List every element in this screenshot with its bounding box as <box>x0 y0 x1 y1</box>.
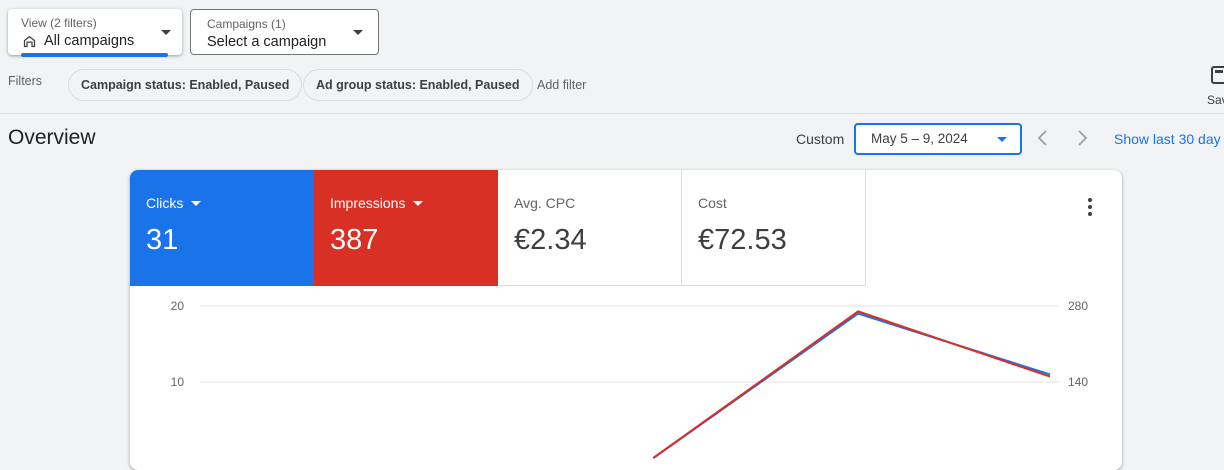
filters-divider <box>0 113 1224 114</box>
next-period-icon[interactable] <box>1072 128 1092 148</box>
page-title: Overview <box>8 126 96 149</box>
performance-chart: 20 10 280 140 <box>171 299 1088 459</box>
previous-period-icon[interactable] <box>1033 128 1053 148</box>
view-selector-value: All campaigns <box>44 33 135 49</box>
chevron-down-icon <box>997 137 1007 142</box>
y-left-tick: 10 <box>171 375 185 389</box>
filters-label: Filters <box>8 74 43 88</box>
date-range-type-label: Custom <box>796 131 845 147</box>
chevron-down-icon <box>161 30 171 35</box>
add-filter-button[interactable]: Add filter <box>537 78 586 92</box>
series-line-clicks <box>652 312 1051 459</box>
filter-chip-campaign-status[interactable]: Campaign status: Enabled, Paused <box>68 69 303 101</box>
save-icon[interactable] <box>1211 66 1224 84</box>
campaign-selector-value: Select a campaign <box>207 34 327 50</box>
view-selector-label: View (2 filters) <box>21 16 97 30</box>
y-right-tick: 140 <box>1068 375 1088 389</box>
save-label[interactable]: Sav <box>1207 93 1224 107</box>
performance-card: Clicks 31 Impressions 387 Avg. CPC €2.34… <box>130 170 1122 470</box>
show-last-30-days-link[interactable]: Show last 30 day <box>1114 131 1221 147</box>
series-line-impressions <box>652 310 1051 459</box>
y-left-tick: 20 <box>171 299 185 313</box>
filter-chip-ad-group-status[interactable]: Ad group status: Enabled, Paused <box>303 69 533 101</box>
view-selector-underline <box>21 53 168 57</box>
view-selector[interactable]: View (2 filters) All campaigns <box>8 9 182 57</box>
y-right-tick: 280 <box>1068 299 1088 313</box>
date-range-value: May 5 – 9, 2024 <box>871 131 968 146</box>
campaign-selector-label: Campaigns (1) <box>207 17 286 31</box>
store-icon <box>23 35 36 48</box>
chevron-down-icon <box>353 30 363 35</box>
date-range-picker[interactable]: May 5 – 9, 2024 <box>854 123 1022 155</box>
campaign-selector[interactable]: Campaigns (1) Select a campaign <box>190 9 379 55</box>
